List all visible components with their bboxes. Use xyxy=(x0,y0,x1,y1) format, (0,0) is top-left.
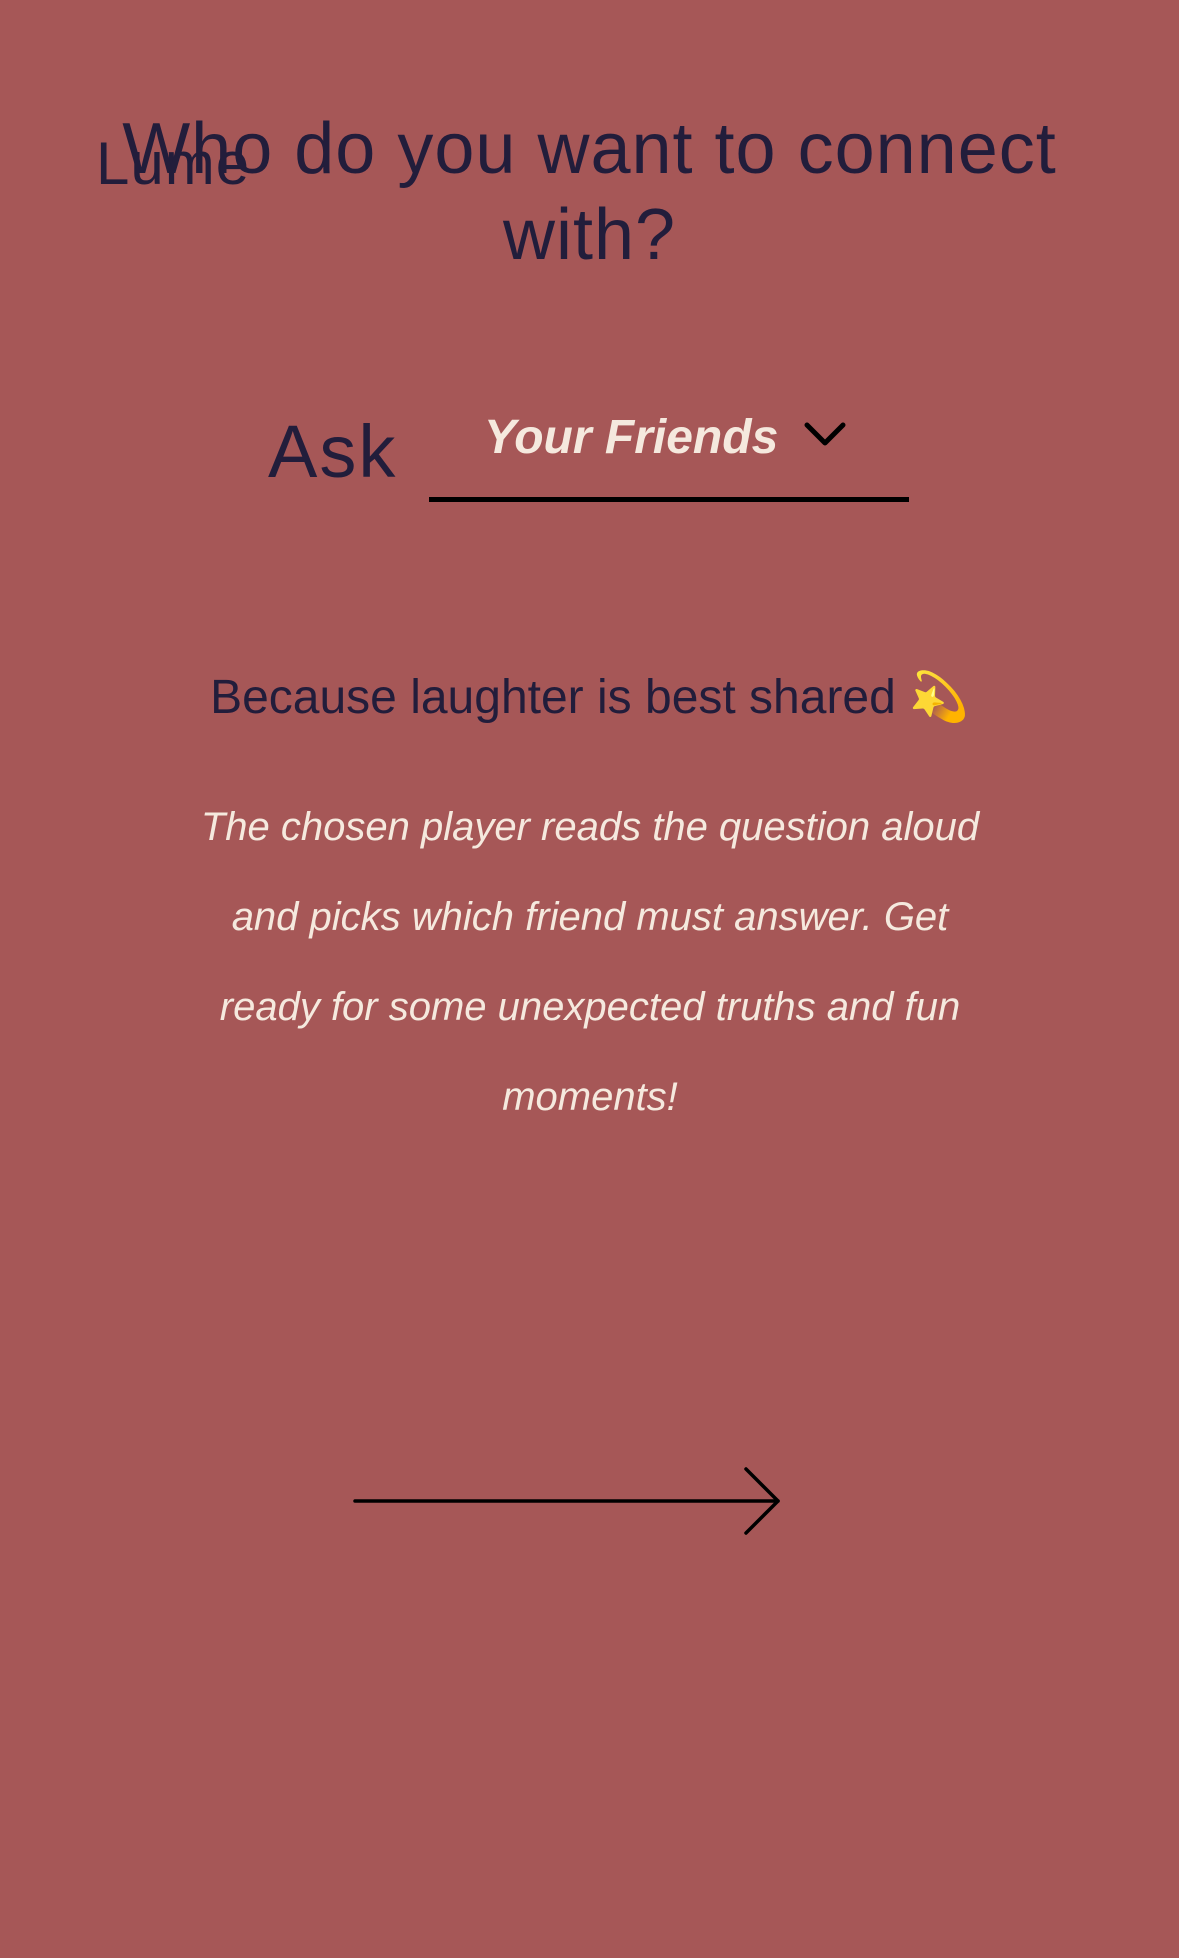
chevron-down-icon xyxy=(804,422,846,446)
audience-dropdown-value: Your Friends xyxy=(484,411,779,464)
arrow-right-icon xyxy=(353,1467,780,1535)
audience-dropdown[interactable]: Your Friends xyxy=(429,395,909,502)
dropdown-underline xyxy=(429,497,909,502)
audience-selector-row: Ask Your Friends xyxy=(0,395,1179,515)
next-button[interactable] xyxy=(350,1462,785,1540)
ask-label: Ask xyxy=(268,410,398,493)
page-title: Who do you want to connect with? xyxy=(122,109,1057,275)
game-description: The chosen player reads the question alo… xyxy=(200,805,980,1119)
tagline: Because laughter is best shared 💫 xyxy=(210,671,969,724)
